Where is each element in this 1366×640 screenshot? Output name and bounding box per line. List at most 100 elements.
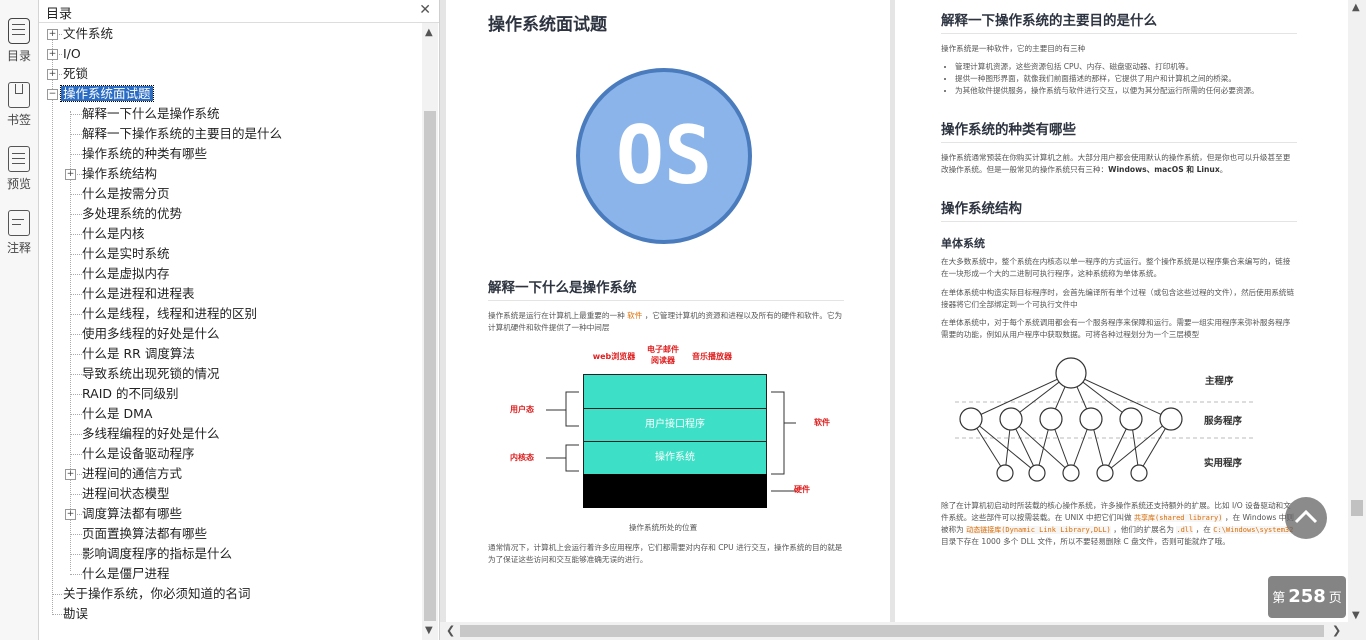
os-logo: OS <box>576 68 752 244</box>
toc-item-label: 什么是线程，线程和进程的区别 <box>82 306 258 321</box>
page-number-badge: 第 258 页 <box>1268 576 1346 618</box>
toc-item[interactable]: 什么是 DMA <box>80 404 154 424</box>
page-right: 解释一下操作系统的主要目的是什么 操作系统是一种软件，它的主要目的有三种 管理计… <box>895 0 1348 622</box>
scroll-right-icon[interactable]: ❯ <box>1332 624 1341 637</box>
section-heading: 操作系统的种类有哪些 <box>941 122 1076 138</box>
vertical-scrollbar[interactable]: ▲ ▼ <box>1348 0 1366 640</box>
tree-utility-node <box>1028 464 1046 482</box>
toc-item[interactable]: 文件系统 <box>61 24 115 44</box>
toc-item[interactable]: 多线程编程的好处是什么 <box>80 424 222 444</box>
tree-service-node <box>959 407 983 431</box>
tree-root-node <box>1055 357 1087 389</box>
toc-item[interactable]: 关于操作系统，你必须知道的名词 <box>61 584 253 604</box>
scroll-down-icon[interactable]: ▼ <box>425 625 433 636</box>
rail-label: 注释 <box>6 241 31 255</box>
toc-item-label: 什么是按需分页 <box>82 186 170 201</box>
toc-item-label: 页面置换算法都有哪些 <box>82 526 208 541</box>
toc-item[interactable]: 多处理系统的优势 <box>80 204 184 224</box>
expand-icon[interactable]: + <box>65 509 76 520</box>
toc-item[interactable]: 进程间状态模型 <box>80 484 172 504</box>
divider <box>488 300 844 301</box>
toc-item[interactable]: 使用多线程的好处是什么 <box>80 324 222 344</box>
user-mode-label: 用户态 <box>510 405 534 414</box>
toc-item[interactable]: 什么是线程，线程和进程的区别 <box>80 304 259 324</box>
tree-label-utility: 实用程序 <box>1204 458 1243 469</box>
paragraph: 除了在计算机初启动时所装载的核心操作系统，许多操作系统还支持额外的扩展。比如 I… <box>941 501 1294 546</box>
toc-item-label: 什么是设备驱动程序 <box>82 446 195 461</box>
toc-item-label: 使用多线程的好处是什么 <box>82 326 220 341</box>
scroll-down-icon[interactable]: ▼ <box>1352 610 1360 621</box>
close-icon[interactable]: ✕ <box>419 2 431 18</box>
toc-tab[interactable]: 目录 <box>0 14 38 72</box>
toc-item[interactable]: 什么是设备驱动程序 <box>80 444 197 464</box>
expand-icon[interactable]: + <box>65 169 76 180</box>
paragraph: 在大多数系统中，整个系统在内核态以单一程序的方式运行。整个操作系统是以程序集合来… <box>941 257 1291 278</box>
tree-utility-node <box>996 464 1014 482</box>
toc-item[interactable]: 什么是实时系统 <box>80 244 172 264</box>
tree-label-service: 服务程序 <box>1204 416 1243 427</box>
toc-item[interactable]: 操作系统的种类有哪些 <box>80 144 209 164</box>
scroll-up-icon[interactable]: ▲ <box>425 27 433 38</box>
toc-item-label: 多处理系统的优势 <box>82 206 183 221</box>
toc-item[interactable]: 调度算法都有哪些 <box>80 504 184 524</box>
expand-icon[interactable]: + <box>65 469 76 480</box>
toc-item[interactable]: 解释一下什么是操作系统 <box>80 104 222 124</box>
expand-icon[interactable]: + <box>47 49 58 60</box>
toc-item[interactable]: 勘误 <box>61 604 90 624</box>
rail-label: 预览 <box>6 177 31 191</box>
toc-item-label: 什么是虚拟内存 <box>82 266 170 281</box>
toc-item[interactable]: 死锁 <box>61 64 90 84</box>
toc-panel: 目录 ✕ 文件系统 + I/O + 死锁 + 操作系统面试题 − 解释一下什么是操作系统 解释一下… <box>39 0 440 640</box>
tree-utility-node <box>1062 464 1080 482</box>
toc-item[interactable]: 影响调度程序的指标是什么 <box>80 544 234 564</box>
toc-item[interactable]: 操作系统结构 <box>80 164 159 184</box>
toc-item[interactable]: 进程间的通信方式 <box>80 464 184 484</box>
page-left: 操作系统面试题 OS 解释一下什么是操作系统 操作系统是运行在计算机上最重要的一… <box>446 0 890 622</box>
preview-tab[interactable]: 预览 <box>0 142 38 200</box>
toc-item-label: 什么是进程和进程表 <box>82 286 195 301</box>
toc-item[interactable]: 什么是内核 <box>80 224 147 244</box>
toc-item-label: 什么是僵尸进程 <box>82 566 170 581</box>
back-to-top-button[interactable] <box>1285 497 1327 539</box>
expand-icon[interactable]: + <box>47 69 58 80</box>
collapse-icon[interactable]: − <box>47 89 58 100</box>
bullet-list: 管理计算机资源，这些资源包括 CPU、内存、磁盘驱动器、打印机等。提供一种图形界… <box>941 61 1311 97</box>
scroll-up-icon[interactable]: ▲ <box>1352 2 1360 13</box>
scroll-left-icon[interactable]: ❮ <box>446 624 455 637</box>
three-layer-tree-diagram <box>955 357 1255 482</box>
bookmark-tab[interactable]: 书签 <box>0 78 38 136</box>
tree-label-main: 主程序 <box>1205 376 1234 387</box>
horizontal-scrollbar[interactable]: ❮ ❯ <box>440 622 1348 640</box>
toc-item-label: 多线程编程的好处是什么 <box>82 426 220 441</box>
toc-item[interactable]: 什么是按需分页 <box>80 184 172 204</box>
toc-item-label: 操作系统结构 <box>82 166 158 181</box>
software-label: 软件 <box>814 418 830 427</box>
toc-item-label: 什么是 DMA <box>82 406 153 421</box>
vertical-scroll-thumb[interactable] <box>1351 500 1363 516</box>
toc-item[interactable]: 什么是虚拟内存 <box>80 264 172 284</box>
toc-scrollbar[interactable]: ▲ ▼ <box>422 23 438 640</box>
tree-service-node <box>1159 407 1183 431</box>
rail-label: 目录 <box>6 49 31 63</box>
toc-item-label: 进程间状态模型 <box>82 486 170 501</box>
toc-item[interactable]: 导致系统出现死锁的情况 <box>80 364 222 384</box>
chevron-up-icon <box>1294 509 1318 524</box>
toc-scroll-thumb[interactable] <box>424 111 436 621</box>
toc-item[interactable]: I/O <box>61 44 83 64</box>
tree-utility-node <box>1096 464 1114 482</box>
toc-item[interactable]: 什么是 RR 调度算法 <box>80 344 197 364</box>
bookmark-icon <box>8 82 30 108</box>
expand-icon[interactable]: + <box>47 29 58 40</box>
toc-item[interactable]: RAID 的不同级别 <box>80 384 181 404</box>
toc-item[interactable]: 解释一下操作系统的主要目的是什么 <box>80 124 284 144</box>
toc-item[interactable]: 页面置换算法都有哪些 <box>80 524 209 544</box>
toc-item[interactable]: 什么是僵尸进程 <box>80 564 172 584</box>
tree-service-node <box>999 407 1023 431</box>
toc-item[interactable]: 操作系统面试题 <box>60 84 154 104</box>
document-view[interactable]: 操作系统面试题 OS 解释一下什么是操作系统 操作系统是运行在计算机上最重要的一… <box>440 0 1348 622</box>
note-tab[interactable]: 注释 <box>0 206 38 264</box>
divider <box>941 142 1297 143</box>
toc-item[interactable]: 什么是进程和进程表 <box>80 284 197 304</box>
toc-header: 目录 ✕ <box>39 0 439 23</box>
horizontal-scroll-thumb[interactable] <box>460 625 1324 637</box>
